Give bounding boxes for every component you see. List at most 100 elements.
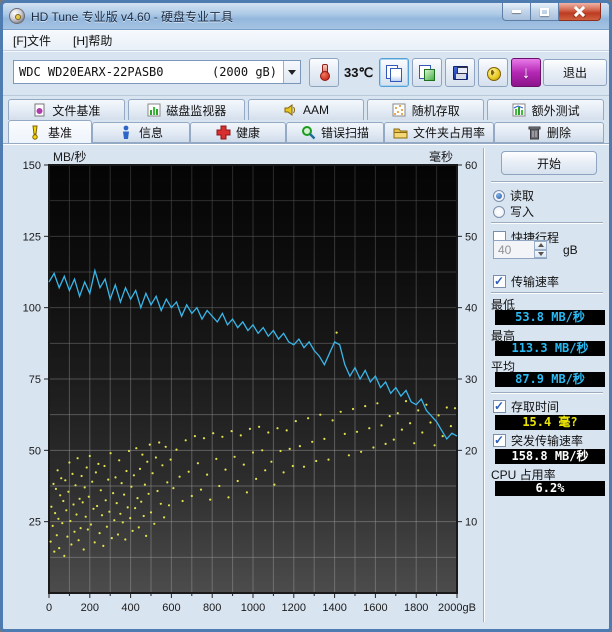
tab-file-benchmark[interactable]: 文件基准 <box>8 99 125 120</box>
tab-label: AAM <box>303 103 329 117</box>
copy-to-file-button[interactable] <box>412 58 442 87</box>
drive-capacity: (2000 gB) <box>212 65 283 79</box>
file-benchmark-icon <box>32 103 47 118</box>
tab-aam[interactable]: AAM <box>248 99 365 120</box>
toolbar: WDC WD20EARX-22PASB0 (2000 gB) 33℃ ↓ 退出 <box>3 51 609 96</box>
hdtune-window: HD Tune 专业版 v4.60 - 硬盘专业工具 [F]文件 [H]帮助 W… <box>0 0 612 632</box>
save-button[interactable] <box>445 58 475 87</box>
close-icon <box>574 6 585 17</box>
spinner <box>534 241 547 258</box>
svg-text:10: 10 <box>465 517 477 529</box>
spin-up-button[interactable] <box>534 241 547 250</box>
read-radio[interactable] <box>493 190 505 202</box>
app-icon <box>9 8 25 24</box>
write-radio-row[interactable]: 写入 <box>493 203 534 220</box>
drive-dropdown-arrow[interactable] <box>283 61 300 83</box>
menu-help[interactable]: [H]帮助 <box>71 31 114 50</box>
tab-error-scan[interactable]: 错误扫描 <box>286 122 384 143</box>
access-time-label: 存取时间 <box>511 398 559 415</box>
tab-disk-monitor[interactable]: 磁盘监视器 <box>128 99 245 120</box>
temperature-button[interactable] <box>309 58 339 87</box>
separator <box>491 392 603 394</box>
download-button[interactable]: ↓ <box>511 58 541 87</box>
tab-random-access[interactable]: 随机存取 <box>367 99 484 120</box>
health-cross-icon <box>216 125 231 140</box>
burst-rate-checkbox[interactable] <box>493 434 506 447</box>
svg-text:1600: 1600 <box>363 602 387 614</box>
titlebar: HD Tune 专业版 v4.60 - 硬盘专业工具 <box>3 3 609 30</box>
spin-down-icon <box>538 252 544 256</box>
tab-label: 基准 <box>48 124 72 141</box>
extra-tests-icon <box>512 103 527 118</box>
write-radio[interactable] <box>493 206 505 218</box>
start-button[interactable]: 开始 <box>501 151 597 175</box>
separator <box>491 222 603 224</box>
chevron-down-icon <box>288 70 296 75</box>
sound-button[interactable] <box>478 58 508 87</box>
svg-text:50: 50 <box>29 445 41 457</box>
tab-label: 错误扫描 <box>321 124 369 141</box>
svg-text:100: 100 <box>23 303 41 315</box>
tab-delete[interactable]: 删除 <box>494 122 604 143</box>
copy-button[interactable] <box>379 58 409 87</box>
svg-text:50: 50 <box>465 231 477 243</box>
read-radio-row[interactable]: 读取 <box>493 187 534 204</box>
drive-selector[interactable]: WDC WD20EARX-22PASB0 (2000 gB) <box>13 60 301 84</box>
maximize-button[interactable] <box>531 3 559 21</box>
temperature-value: 33℃ <box>344 65 373 81</box>
main-tab-row: 基准 信息 健康 错误扫描 文件夹占用率 删除 <box>3 120 609 143</box>
spin-down-button[interactable] <box>534 250 547 259</box>
random-access-icon <box>392 103 407 118</box>
tab-label: 删除 <box>547 124 571 141</box>
write-label: 写入 <box>510 203 534 220</box>
exit-button[interactable]: 退出 <box>543 59 607 86</box>
secondary-tab-row: 文件基准 磁盘监视器 AAM 随机存取 额外测试 <box>3 96 609 120</box>
tab-folder-usage[interactable]: 文件夹占用率 <box>384 122 494 143</box>
menu-bar: [F]文件 [H]帮助 <box>3 30 609 51</box>
separator <box>491 292 603 294</box>
magnifier-icon <box>301 125 316 140</box>
burst-rate-row[interactable]: 突发传输速率 <box>493 432 583 449</box>
short-stroke-size-row: gB <box>493 240 578 259</box>
tab-label: 信息 <box>139 124 163 141</box>
spin-up-icon <box>538 243 544 247</box>
svg-text:0: 0 <box>46 602 52 614</box>
svg-text:600: 600 <box>162 602 180 614</box>
svg-text:60: 60 <box>465 160 477 172</box>
tab-extra-tests[interactable]: 额外测试 <box>487 99 604 120</box>
svg-text:150: 150 <box>23 160 41 172</box>
tab-label: 额外测试 <box>532 102 580 119</box>
burst-rate-label: 突发传输速率 <box>511 432 583 449</box>
svg-text:2000gB: 2000gB <box>438 602 476 614</box>
cpu-usage-value: 6.2% <box>495 481 605 496</box>
svg-text:20: 20 <box>465 445 477 457</box>
min-value: 53.8 MB/秒 <box>495 310 605 325</box>
svg-text:毫秒: 毫秒 <box>429 149 453 164</box>
access-time-value: 15.4 毫? <box>495 415 605 430</box>
close-button[interactable] <box>559 3 601 21</box>
vertical-divider <box>483 148 485 622</box>
tab-benchmark[interactable]: 基准 <box>8 120 92 143</box>
transfer-rate-row[interactable]: 传输速率 <box>493 273 559 290</box>
svg-text:40: 40 <box>465 303 477 315</box>
tab-label: 磁盘监视器 <box>166 102 226 119</box>
svg-text:125: 125 <box>23 231 41 243</box>
svg-text:75: 75 <box>29 374 41 386</box>
transfer-rate-checkbox[interactable] <box>493 275 506 288</box>
read-label: 读取 <box>510 187 534 204</box>
access-time-row[interactable]: 存取时间 <box>493 398 559 415</box>
tab-health[interactable]: 健康 <box>190 122 286 143</box>
svg-text:30: 30 <box>465 374 477 386</box>
download-arrow-icon: ↓ <box>522 64 531 81</box>
tab-info[interactable]: 信息 <box>92 122 190 143</box>
chart-svg: 1501251007550256050403020100200400600800… <box>7 149 481 615</box>
menu-file[interactable]: [F]文件 <box>11 31 53 50</box>
avg-value: 87.9 MB/秒 <box>495 372 605 387</box>
separator <box>491 181 603 183</box>
disk-monitor-icon <box>146 103 161 118</box>
access-time-checkbox[interactable] <box>493 400 506 413</box>
speaker-icon <box>283 103 298 118</box>
tab-label: 文件夹占用率 <box>413 124 485 141</box>
svg-text:1000: 1000 <box>241 602 265 614</box>
minimize-button[interactable] <box>502 3 531 21</box>
